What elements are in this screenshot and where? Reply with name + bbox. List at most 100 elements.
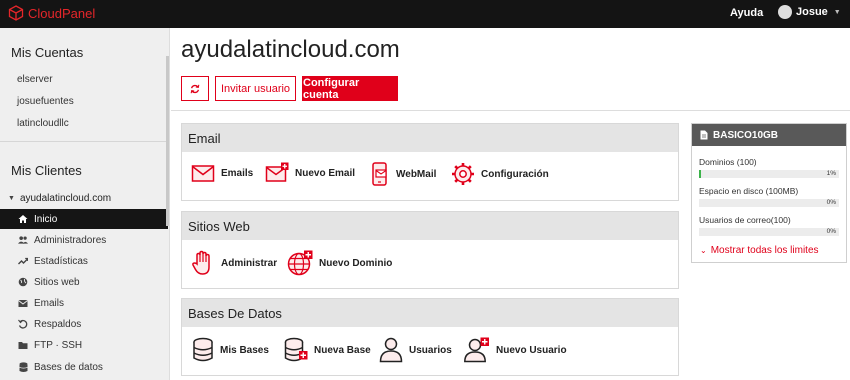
action-label: Mis Bases	[220, 344, 269, 356]
document-icon	[700, 130, 708, 140]
users-icon	[18, 235, 28, 245]
new-domain-action[interactable]: Nuevo Dominio	[287, 250, 392, 276]
help-link[interactable]: Ayuda	[730, 7, 763, 19]
refresh-icon	[190, 84, 200, 93]
sidebar-item-bases-de-datos[interactable]: Bases de datos	[0, 357, 168, 377]
clients-heading: Mis Clientes	[11, 163, 82, 178]
action-label: Nueva Base	[314, 344, 371, 356]
action-label: Configuración	[481, 168, 549, 180]
card-actions: Mis Bases Nueva Base Usuarios Nuevo Usua…	[182, 327, 678, 375]
sidebar-item-ftp-ssh[interactable]: FTP · SSH	[0, 335, 168, 355]
client-domain-label: ayudalatincloud.com	[19, 193, 112, 204]
email-card: Email Emails Nuevo Email WebMail Configu…	[181, 123, 679, 201]
gear-icon	[452, 163, 474, 185]
limit-progress-fill	[699, 170, 701, 178]
card-title: Bases De Datos	[182, 299, 678, 327]
plan-header: BASICO10GB	[692, 124, 846, 146]
plan-limit-row: Dominios (100) 1%	[699, 157, 839, 178]
sidebar-item-label: Sitios web	[34, 276, 80, 288]
action-label: Nuevo Dominio	[319, 257, 393, 269]
envelope-add-icon	[265, 162, 289, 182]
action-label: Usuarios	[409, 344, 452, 356]
sidebar-item-estadisticas[interactable]: Estadísticas	[0, 251, 168, 271]
db-users-action[interactable]: Usuarios	[379, 337, 452, 363]
emails-action[interactable]: Emails	[191, 162, 253, 184]
my-databases-action[interactable]: Mis Bases	[192, 337, 269, 363]
sidebar-item-label: Inicio	[34, 213, 58, 225]
limit-percent: 1%	[826, 170, 836, 177]
action-label: Emails	[221, 167, 254, 179]
database-add-icon	[284, 337, 308, 362]
database-icon	[193, 337, 213, 362]
sidebar-item-inicio[interactable]: Inicio	[0, 209, 168, 229]
limit-progress-bar: 1%	[699, 170, 839, 178]
card-actions: Administrar Nuevo Dominio	[182, 240, 678, 288]
globe-icon	[18, 277, 28, 287]
limit-percent: 0%	[826, 228, 836, 235]
caret-down-icon: ▼	[8, 195, 15, 202]
limit-progress-bar: 0%	[699, 199, 839, 207]
action-label: WebMail	[396, 168, 437, 180]
user-name: Josue	[796, 6, 828, 18]
sidebar-item-label: FTP · SSH	[34, 339, 83, 351]
show-all-limits-link[interactable]: ⌄ Mostrar todas los limites	[700, 245, 819, 256]
hand-icon	[192, 250, 210, 275]
sidebar-item-label: Estadísticas	[34, 255, 88, 267]
limit-percent: 0%	[826, 199, 836, 206]
folder-icon	[18, 340, 28, 350]
mobile-mail-icon	[372, 162, 387, 186]
databases-card: Bases De Datos Mis Bases Nueva Base Usua…	[181, 298, 679, 376]
brand-name: CloudPanel	[28, 5, 96, 21]
configure-account-button[interactable]: Configurar cuenta	[302, 76, 398, 101]
limit-progress-bar: 0%	[699, 228, 839, 236]
trend-icon	[18, 256, 28, 266]
account-link[interactable]: elserver	[17, 74, 53, 85]
accounts-heading: Mis Cuentas	[11, 45, 84, 60]
manage-sites-action[interactable]: Administrar	[191, 250, 277, 276]
sidebar-item-label: Administradores	[34, 234, 107, 246]
action-label: Administrar	[221, 257, 278, 269]
globe-add-icon	[287, 250, 313, 276]
websites-card: Sitios Web Administrar Nuevo Dominio	[181, 211, 679, 289]
limit-label: Espacio en disco (100MB)	[699, 186, 799, 196]
show-all-limits-label: Mostrar todas los limites	[710, 245, 819, 256]
sidebar-item-label: Emails	[34, 297, 65, 309]
invite-user-button[interactable]: Invitar usuario	[215, 76, 296, 101]
client-domain-toggle[interactable]: ▼ ayudalatincloud.com	[8, 193, 111, 204]
sidebar-item-emails[interactable]: Emails	[0, 293, 168, 313]
brand-logo[interactable]: CloudPanel	[8, 5, 95, 21]
content-divider	[171, 110, 850, 111]
sidebar-item-label: Respaldos	[34, 318, 82, 330]
sidebar-item-respaldos[interactable]: Respaldos	[0, 314, 168, 334]
refresh-button[interactable]	[181, 76, 209, 101]
new-database-action[interactable]: Nueva Base	[284, 337, 371, 363]
sidebar-item-sitios-web[interactable]: Sitios web	[0, 272, 168, 292]
card-title: Email	[182, 124, 678, 152]
plan-name: BASICO10GB	[713, 129, 779, 141]
page-title: ayudalatincloud.com	[181, 36, 400, 63]
sidebar: Mis Cuentas elserver josuefuentes latinc…	[0, 28, 170, 380]
account-link[interactable]: latincloudllc	[17, 118, 69, 129]
envelope-icon	[191, 165, 215, 182]
chevron-down-icon: ⌄	[700, 246, 707, 255]
webmail-action[interactable]: WebMail	[370, 162, 436, 186]
limit-label: Usuarios de correo(100)	[699, 215, 791, 225]
top-bar: CloudPanel Ayuda Josue ▼	[0, 0, 850, 28]
restore-icon	[18, 319, 28, 329]
account-link[interactable]: josuefuentes	[17, 96, 74, 107]
plan-limit-row: Usuarios de correo(100) 0%	[699, 215, 839, 236]
email-settings-action[interactable]: Configuración	[451, 162, 549, 186]
new-db-user-action[interactable]: Nuevo Usuario	[464, 337, 567, 363]
user-add-icon	[464, 337, 489, 363]
plan-limit-row: Espacio en disco (100MB) 0%	[699, 186, 839, 207]
user-icon	[379, 337, 403, 363]
card-title: Sitios Web	[182, 212, 678, 240]
plan-limits-panel: BASICO10GB Dominios (100) 1% Espacio en …	[691, 123, 847, 263]
new-email-action[interactable]: Nuevo Email	[265, 162, 355, 184]
sidebar-divider	[0, 141, 169, 142]
sidebar-item-administradores[interactable]: Administradores	[0, 230, 168, 250]
user-menu[interactable]: Josue ▼	[778, 5, 841, 19]
home-icon	[18, 214, 28, 224]
sidebar-scrollbar[interactable]	[166, 56, 169, 226]
mail-icon	[18, 298, 28, 308]
